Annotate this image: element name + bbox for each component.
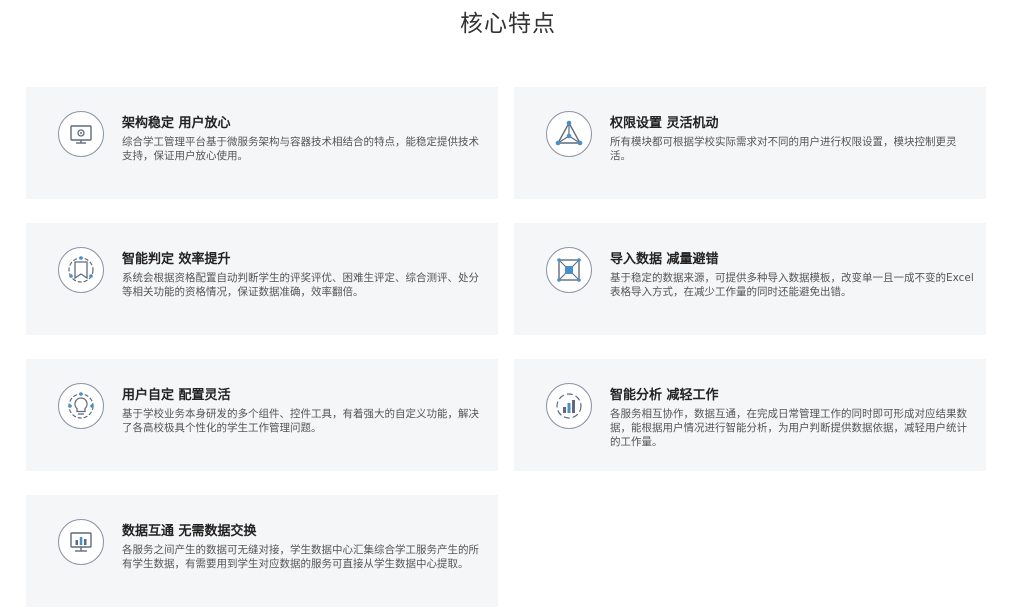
monitor-icon <box>58 111 104 157</box>
feature-title: 导入数据 减量避错 <box>610 252 719 267</box>
feature-title: 架构稳定 用户放心 <box>122 116 231 131</box>
feature-desc: 基于稳定的数据来源，可提供多种导入数据模板，改变单一且一成不变的Excel表格导… <box>610 272 974 298</box>
triangle-network-icon <box>546 111 592 157</box>
monitor-chart-icon <box>58 519 104 565</box>
feature-title: 智能判定 效率提升 <box>122 252 231 267</box>
feature-desc: 所有模块都可根据学校实际需求对不同的用户进行权限设置，模块控制更灵活。 <box>610 136 957 162</box>
feature-card-smart-judge[interactable]: 智能判定 效率提升 系统会根据资格配置自动判断学生的评奖评优、困难生评定、综合测… <box>26 223 498 335</box>
feature-title: 智能分析 减轻工作 <box>610 388 719 403</box>
feature-title: 用户自定 配置灵活 <box>122 388 231 403</box>
document-judge-icon <box>58 247 104 293</box>
feature-desc: 基于学校业务本身研发的多个组件、控件工具，有着强大的自定义功能，解决了各高校极具… <box>122 408 479 434</box>
feature-card-interop[interactable]: 数据互通 无需数据交换 各服务之间产生的数据可无缝对接，学生数据中心汇集综合学工… <box>26 495 498 607</box>
feature-card-permissions[interactable]: 权限设置 灵活机动 所有模块都可根据学校实际需求对不同的用户进行权限设置，模块控… <box>514 87 986 199</box>
data-import-icon <box>546 247 592 293</box>
feature-card-custom[interactable]: 用户自定 配置灵活 基于学校业务本身研发的多个组件、控件工具，有着强大的自定义功… <box>26 359 498 471</box>
feature-desc: 系统会根据资格配置自动判断学生的评奖评优、困难生评定、综合测评、处分等相关功能的… <box>122 272 479 298</box>
feature-desc: 综合学工管理平台基于微服务架构与容器技术相结合的特点，能稳定提供技术支持，保证用… <box>122 136 479 162</box>
lightbulb-gear-icon <box>58 383 104 429</box>
feature-card-analysis[interactable]: 智能分析 减轻工作 各服务相互协作，数据互通，在完成日常管理工作的同时即可形成对… <box>514 359 986 471</box>
feature-card-import[interactable]: 导入数据 减量避错 基于稳定的数据来源，可提供多种导入数据模板，改变单一且一成不… <box>514 223 986 335</box>
feature-desc: 各服务相互协作，数据互通，在完成日常管理工作的同时即可形成对应结果数据，能根据用… <box>610 408 967 448</box>
feature-desc: 各服务之间产生的数据可无缝对接，学生数据中心汇集综合学工服务产生的所有学生数据，… <box>122 544 479 570</box>
feature-title: 数据互通 无需数据交换 <box>122 524 257 539</box>
section-title: 核心特点 <box>460 11 556 37</box>
feature-card-architecture[interactable]: 架构稳定 用户放心 综合学工管理平台基于微服务架构与容器技术相结合的特点，能稳定… <box>26 87 498 199</box>
bar-chart-circle-icon <box>546 383 592 429</box>
feature-title: 权限设置 灵活机动 <box>610 116 719 131</box>
